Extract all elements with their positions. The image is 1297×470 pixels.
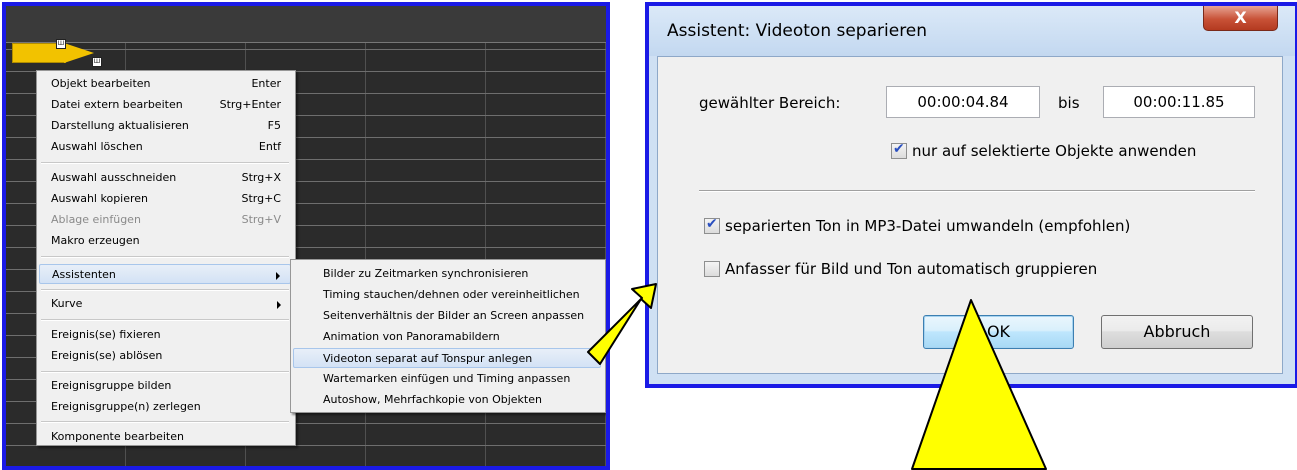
menu-item-label: Objekt bearbeiten [51, 77, 151, 90]
group-handles-checkbox[interactable] [704, 261, 720, 277]
menu-item-ablage-einfuegen[interactable]: Ablage einfügen Strg+V [39, 210, 291, 230]
menu-item-ereignisgruppe-bilden[interactable]: Ereignisgruppe bilden [39, 376, 291, 396]
timeline-track-header [6, 6, 606, 43]
menu-item-label: Makro erzeugen [51, 234, 140, 247]
close-button[interactable]: X [1203, 6, 1278, 31]
range-label: gewählter Bereich: [699, 94, 841, 112]
menu-item-label: Auswahl löschen [51, 140, 143, 153]
menu-separator [41, 256, 289, 258]
menu-item-label: Assistenten [52, 268, 116, 281]
close-icon: X [1234, 8, 1247, 27]
menu-item-label: Auswahl kopieren [51, 192, 149, 205]
menu-item-ereignisgruppe-zerlegen[interactable]: Ereignisgruppe(n) zerlegen [39, 397, 291, 417]
menu-item-makro-erzeugen[interactable]: Makro erzeugen [39, 231, 291, 251]
menu-item-label: Ereignis(se) ablösen [51, 349, 163, 362]
divider [699, 190, 1255, 192]
menu-item-shortcut: F5 [267, 119, 281, 132]
clip-handle-start[interactable]: Ш [56, 39, 66, 49]
menu-separator [41, 162, 289, 164]
menu-separator [41, 319, 289, 321]
assistenten-submenu: Bilder zu Zeitmarken synchronisieren Tim… [290, 259, 606, 413]
submenu-arrow-icon [277, 301, 281, 309]
menu-item-label: Datei extern bearbeiten [51, 98, 183, 111]
convert-mp3-label: separierten Ton in MP3-Datei umwandeln (… [725, 217, 1131, 235]
menu-item-shortcut: Enter [251, 77, 281, 90]
menu-item-label: Kurve [51, 297, 83, 310]
submenu-item-label: Wartemarken einfügen und Timing anpassen [323, 372, 571, 385]
menu-item-label: Ereignis(se) fixieren [51, 328, 161, 341]
video-clip-object[interactable]: Ш Ш [12, 39, 102, 67]
menu-separator [41, 421, 289, 423]
dialog-titlebar[interactable]: Assistent: Videoton separieren X [649, 6, 1295, 56]
clip-fade-tail [64, 43, 94, 63]
menu-item-label: Ablage einfügen [51, 213, 141, 226]
menu-item-auswahl-kopieren[interactable]: Auswahl kopieren Strg+C [39, 189, 291, 209]
submenu-item-autoshow[interactable]: Autoshow, Mehrfachkopie von Objekten [293, 390, 601, 410]
menu-item-ereignisse-fixieren[interactable]: Ereignis(se) fixieren [39, 325, 291, 345]
checkmark-icon: ✔ [706, 216, 718, 232]
menu-separator [41, 371, 289, 373]
cancel-button[interactable]: Abbruch [1101, 315, 1253, 349]
menu-item-shortcut: Entf [258, 140, 281, 153]
submenu-item-seitenverhaeltnis[interactable]: Seitenverhältnis der Bilder an Screen an… [293, 306, 601, 326]
submenu-item-timing-stauchen[interactable]: Timing stauchen/dehnen oder vereinheitli… [293, 285, 601, 305]
ok-button[interactable]: OK [923, 315, 1074, 349]
submenu-arrow-icon [276, 272, 280, 280]
menu-item-auswahl-ausschneiden[interactable]: Auswahl ausschneiden Strg+X [39, 168, 291, 188]
menu-item-shortcut: Strg+V [241, 213, 281, 226]
menu-item-ereignisse-abloesen[interactable]: Ereignis(se) ablösen [39, 346, 291, 366]
submenu-item-bilder-zeitmarken[interactable]: Bilder zu Zeitmarken synchronisieren [293, 264, 601, 284]
menu-item-label: Komponente bearbeiten [51, 430, 184, 443]
menu-item-shortcut: Strg+Enter [219, 98, 281, 111]
submenu-item-label: Seitenverhältnis der Bilder an Screen an… [323, 309, 585, 322]
menu-item-objekt-bearbeiten[interactable]: Objekt bearbeiten Enter [39, 74, 291, 94]
menu-item-komponente-bearbeiten[interactable]: Komponente bearbeiten [39, 427, 291, 447]
checkmark-icon: ✔ [893, 141, 905, 157]
submenu-item-videoton-separat[interactable]: Videoton separat auf Tonspur anlegen [293, 348, 601, 368]
range-to-label: bis [1058, 94, 1080, 112]
menu-item-assistenten[interactable]: Assistenten [39, 264, 291, 284]
submenu-item-label: Bilder zu Zeitmarken synchronisieren [323, 267, 529, 280]
submenu-item-label: Animation von Panoramabildern [323, 330, 500, 343]
menu-item-shortcut: Strg+X [241, 171, 281, 184]
timeline-window: Ш Ш Objekt bearbeiten Enter Datei extern … [2, 2, 610, 470]
menu-item-auswahl-loeschen[interactable]: Auswahl löschen Entf [39, 137, 291, 157]
group-handles-label: Anfasser für Bild und Ton automatisch gr… [725, 260, 1098, 278]
dialog-body: gewählter Bereich: 00:00:04.84 bis 00:00… [657, 56, 1283, 374]
dialog-title: Assistent: Videoton separieren [667, 21, 928, 41]
submenu-item-wartemarken[interactable]: Wartemarken einfügen und Timing anpassen [293, 369, 601, 389]
menu-item-label: Darstellung aktualisieren [51, 119, 189, 132]
range-from-field[interactable]: 00:00:04.84 [886, 86, 1040, 118]
menu-item-shortcut: Strg+C [241, 192, 281, 205]
clip-handle-end[interactable]: Ш [92, 57, 102, 67]
range-to-field[interactable]: 00:00:11.85 [1103, 86, 1255, 118]
dialog-window: Assistent: Videoton separieren X gewählt… [645, 2, 1297, 388]
menu-item-label: Ereignisgruppe(n) zerlegen [51, 400, 201, 413]
menu-item-datei-extern-bearbeiten[interactable]: Datei extern bearbeiten Strg+Enter [39, 95, 291, 115]
context-menu: Objekt bearbeiten Enter Datei extern bear… [36, 70, 296, 446]
menu-item-darstellung-aktualisieren[interactable]: Darstellung aktualisieren F5 [39, 116, 291, 136]
menu-item-kurve[interactable]: Kurve [39, 294, 291, 314]
only-selected-label: nur auf selektierte Objekte anwenden [912, 142, 1197, 160]
menu-item-label: Auswahl ausschneiden [51, 171, 177, 184]
convert-mp3-checkbox[interactable]: ✔ [704, 216, 720, 234]
submenu-item-label: Autoshow, Mehrfachkopie von Objekten [323, 393, 542, 406]
only-selected-checkbox[interactable]: ✔ [891, 141, 907, 159]
submenu-item-animation-panorama[interactable]: Animation von Panoramabildern [293, 327, 601, 347]
menu-separator [41, 289, 289, 291]
submenu-item-label: Timing stauchen/dehnen oder vereinheitli… [323, 288, 580, 301]
submenu-item-label: Videoton separat auf Tonspur anlegen [323, 352, 533, 365]
menu-item-label: Ereignisgruppe bilden [51, 379, 172, 392]
